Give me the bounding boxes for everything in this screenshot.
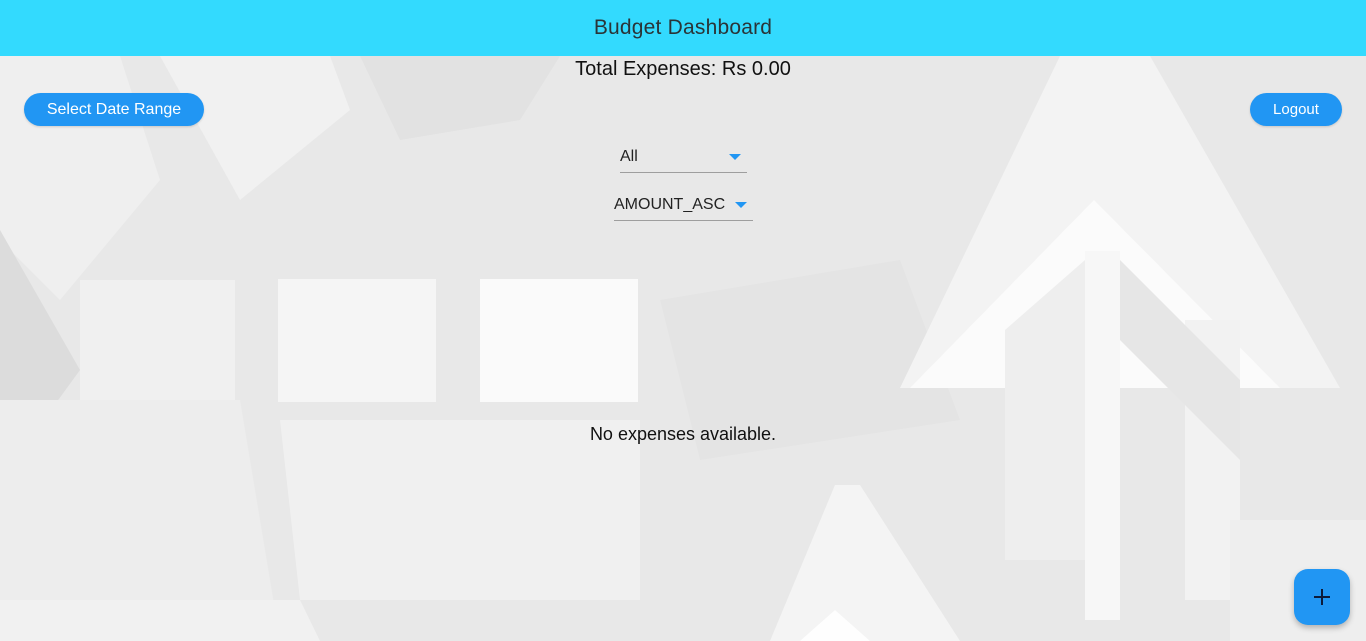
dropdown-arrow-icon	[735, 201, 747, 208]
logout-button[interactable]: Logout	[1250, 93, 1342, 126]
sort-order-dropdown[interactable]: AMOUNT_ASC	[614, 189, 753, 221]
plus-icon	[1314, 589, 1330, 605]
add-expense-button[interactable]	[1294, 569, 1350, 625]
app-title: Budget Dashboard	[593, 16, 773, 39]
background-pattern	[0, 0, 1366, 641]
app-bar: Budget Dashboard	[0, 0, 1366, 56]
total-expenses: Total Expenses: Rs 0.00	[575, 58, 791, 80]
dropdown-arrow-icon	[729, 153, 741, 160]
sort-order-value: AMOUNT_ASC	[614, 195, 726, 213]
category-filter-value: All	[620, 147, 638, 165]
select-date-range-button[interactable]: Select Date Range	[24, 93, 204, 126]
category-filter-dropdown[interactable]: All	[620, 141, 747, 173]
empty-expenses-message: No expenses available.	[589, 424, 777, 444]
